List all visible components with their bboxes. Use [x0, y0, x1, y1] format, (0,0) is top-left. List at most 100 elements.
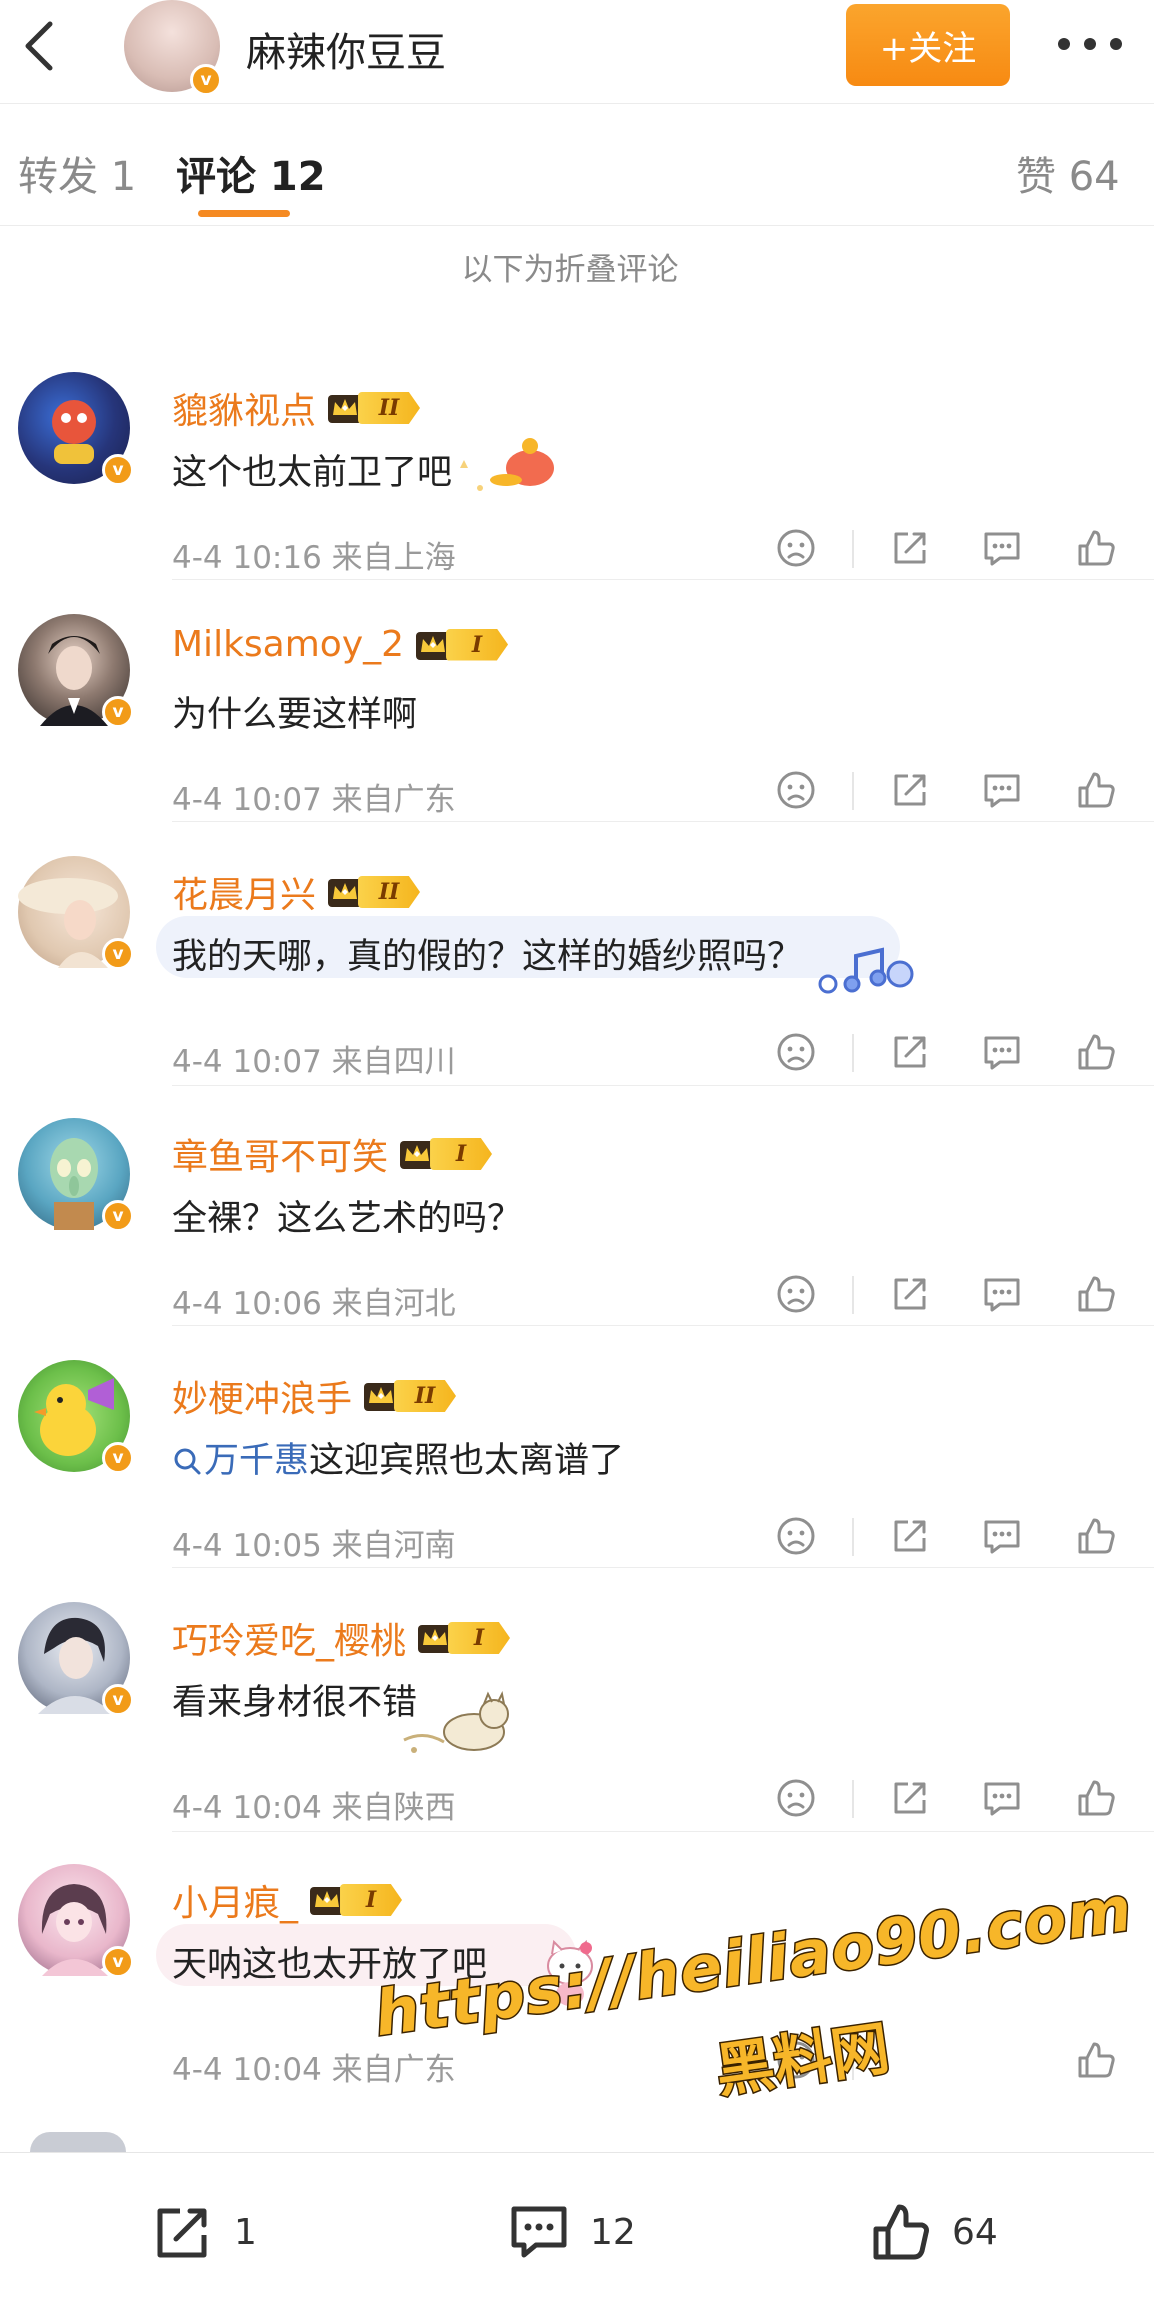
- fan-level-badge: I: [416, 1618, 511, 1658]
- level-label: I: [430, 1138, 493, 1170]
- dislike-face-icon[interactable]: [774, 1776, 818, 1820]
- reply-icon[interactable]: [980, 768, 1024, 812]
- cat-decoration-icon: [403, 1690, 509, 1753]
- reply-icon[interactable]: [980, 1030, 1024, 1074]
- fan-level-badge: II: [326, 872, 421, 912]
- comment-username[interactable]: Milksamoy_2 I: [172, 624, 509, 665]
- music-note-decoration-icon: [818, 947, 914, 994]
- level-label: I: [446, 628, 509, 661]
- comment-username[interactable]: 妙梗冲浪手 II: [172, 1370, 457, 1422]
- folded-comments-notice: 以下为折叠评论: [461, 252, 679, 288]
- reply-icon[interactable]: [980, 1272, 1024, 1316]
- comment-item: v Milksamoy_2 I 为什么要这样啊 4-4 10:07 来自广东: [0, 582, 1154, 822]
- verified-badge-icon: v: [102, 938, 134, 970]
- tab-repost[interactable]: 转发 1: [18, 144, 136, 202]
- woman-hat-avatar[interactable]: v: [18, 856, 134, 970]
- like-thumb-icon[interactable]: [1074, 1514, 1118, 1558]
- verified-badge-icon: v: [190, 64, 222, 96]
- verified-badge-icon: v: [102, 696, 134, 728]
- comment-text: 这个也太前卫了吧: [172, 453, 453, 493]
- action-divider: [852, 530, 854, 568]
- share-icon[interactable]: [888, 1776, 932, 1820]
- comment-time-location: 4-4 10:06 来自河北: [172, 1286, 456, 1322]
- comment-item: v 章鱼哥不可笑 I 全裸？这么艺术的吗？ 4-4 10:06 来自河北: [0, 1086, 1154, 1326]
- anime-girl-avatar[interactable]: v: [18, 1864, 134, 1978]
- topic-link[interactable]: 万千惠: [172, 1441, 309, 1481]
- poster-name[interactable]: 麻辣你豆豆: [246, 20, 446, 78]
- like-count: 64: [952, 2211, 998, 2253]
- username-text: 花晨月兴: [172, 875, 317, 916]
- comment-item: v 巧玲爱吃_樱桃 I 看来身材很不错 4-4 10:04 来自陕西: [0, 1570, 1154, 1832]
- comment-time-location: 4-4 10:04 来自陕西: [172, 1790, 456, 1826]
- like-thumb-icon[interactable]: [1074, 768, 1118, 812]
- man-avatar[interactable]: v: [18, 614, 134, 728]
- comment-username[interactable]: 花晨月兴 II: [172, 866, 421, 918]
- comment-time-location: 4-4 10:07 来自四川: [172, 1044, 456, 1080]
- action-divider: [852, 1276, 854, 1314]
- username-text: 貔貅视点: [172, 391, 317, 432]
- share-icon[interactable]: [888, 526, 932, 570]
- like-button[interactable]: 64: [868, 2199, 998, 2265]
- back-arrow-icon[interactable]: [12, 14, 72, 78]
- duck-avatar[interactable]: v: [18, 1360, 134, 1474]
- sparkle-decoration-icon: [460, 438, 554, 491]
- action-divider: [852, 1518, 854, 1556]
- reply-icon[interactable]: [980, 526, 1024, 570]
- search-icon: [174, 1448, 201, 1475]
- like-thumb-icon[interactable]: [1074, 1272, 1118, 1316]
- share-icon[interactable]: [888, 1514, 932, 1558]
- reply-icon[interactable]: [980, 1514, 1024, 1558]
- more-options-icon[interactable]: [1058, 22, 1122, 66]
- level-label: II: [358, 392, 421, 424]
- dislike-face-icon[interactable]: [774, 526, 818, 570]
- action-divider: [852, 772, 854, 810]
- follow-button[interactable]: +关注: [846, 4, 1010, 86]
- like-thumb-icon: [873, 2204, 929, 2260]
- username-text: 小月痕_: [172, 1883, 299, 1924]
- comment-button[interactable]: 12: [506, 2199, 636, 2265]
- comment-divider: [172, 1567, 1154, 1568]
- comment-username[interactable]: 章鱼哥不可笑 I: [172, 1128, 493, 1180]
- comment-time-location: 4-4 10:07 来自广东: [172, 782, 456, 818]
- username-text: Milksamoy_2: [172, 624, 405, 665]
- repost-button[interactable]: 1: [150, 2199, 257, 2265]
- tab-comments[interactable]: 评论 12: [176, 144, 326, 202]
- comment-item: v 貔貅视点 II 这个也太前卫了吧 4-4 10:16 来自上海: [0, 340, 1154, 580]
- dislike-face-icon[interactable]: [774, 1514, 818, 1558]
- reply-icon[interactable]: [980, 1776, 1024, 1820]
- comment-username[interactable]: 貔貅视点 II: [172, 382, 421, 434]
- share-icon: [157, 2208, 207, 2258]
- like-thumb-icon[interactable]: [1074, 1776, 1118, 1820]
- dislike-face-icon[interactable]: [774, 768, 818, 812]
- comment-username[interactable]: 小月痕_ I: [172, 1874, 403, 1926]
- repost-count: 1: [234, 2211, 257, 2253]
- anime-man-avatar[interactable]: v: [18, 1602, 134, 1716]
- share-icon[interactable]: [888, 1272, 932, 1316]
- level-label: II: [394, 1380, 457, 1412]
- comment-icon: [511, 2206, 567, 2258]
- cartoon-avatar[interactable]: v: [18, 372, 134, 486]
- squidward-avatar[interactable]: v: [18, 1118, 134, 1232]
- comment-actions: [770, 520, 1130, 576]
- comment-actions: [770, 1024, 1130, 1080]
- comment-divider: [172, 579, 1154, 580]
- comment-divider: [172, 1325, 1154, 1326]
- tab-likes[interactable]: 赞 64: [1016, 144, 1120, 202]
- dislike-face-icon[interactable]: [774, 1030, 818, 1074]
- comment-actions: [770, 1266, 1130, 1322]
- comment-username[interactable]: 巧玲爱吃_樱桃 I: [172, 1612, 511, 1664]
- verified-badge-icon: v: [102, 1200, 134, 1232]
- dislike-face-icon[interactable]: [774, 1272, 818, 1316]
- comment-divider: [172, 821, 1154, 822]
- like-thumb-icon[interactable]: [1074, 526, 1118, 570]
- top-bar: v 麻辣你豆豆 +关注: [0, 0, 1154, 104]
- comment-body: 这迎宾照也太离谱了: [309, 1441, 625, 1481]
- fan-level-badge: I: [414, 625, 509, 665]
- like-thumb-icon[interactable]: [1074, 1030, 1118, 1074]
- comment-actions: [770, 762, 1130, 818]
- share-icon[interactable]: [888, 768, 932, 812]
- share-icon[interactable]: [888, 1030, 932, 1074]
- comment-text: 我的天哪，真的假的？这样的婚纱照吗？: [172, 937, 803, 977]
- poster-avatar[interactable]: v: [124, 0, 222, 96]
- bottom-action-bar: 1 12 64: [0, 2152, 1154, 2300]
